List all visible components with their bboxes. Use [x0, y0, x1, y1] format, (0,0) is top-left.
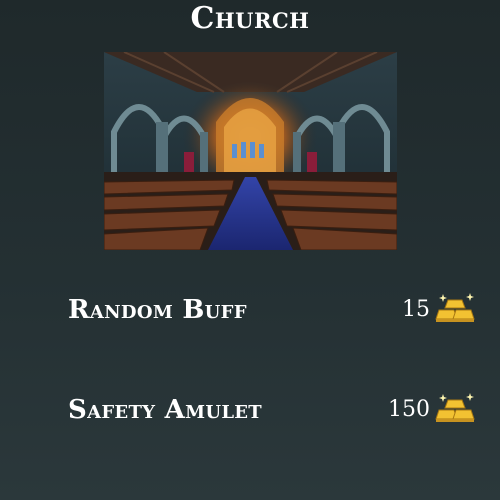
- shop-title: Church: [190, 1, 310, 36]
- shop-item-safety-amulet[interactable]: Safety Amulet 150: [68, 390, 478, 430]
- item-name: Safety Amulet: [68, 395, 263, 425]
- price-value: 15: [402, 297, 430, 322]
- gold-bars-icon: [435, 293, 475, 322]
- price-value: 150: [388, 397, 430, 422]
- item-name: Random Buff: [68, 295, 247, 325]
- shop-item-random-buff[interactable]: Random Buff 15: [68, 290, 478, 330]
- item-price: 15: [402, 290, 478, 330]
- church-interior-image: [104, 52, 397, 250]
- item-price: 150: [388, 390, 478, 430]
- gold-bars-icon: [435, 393, 475, 422]
